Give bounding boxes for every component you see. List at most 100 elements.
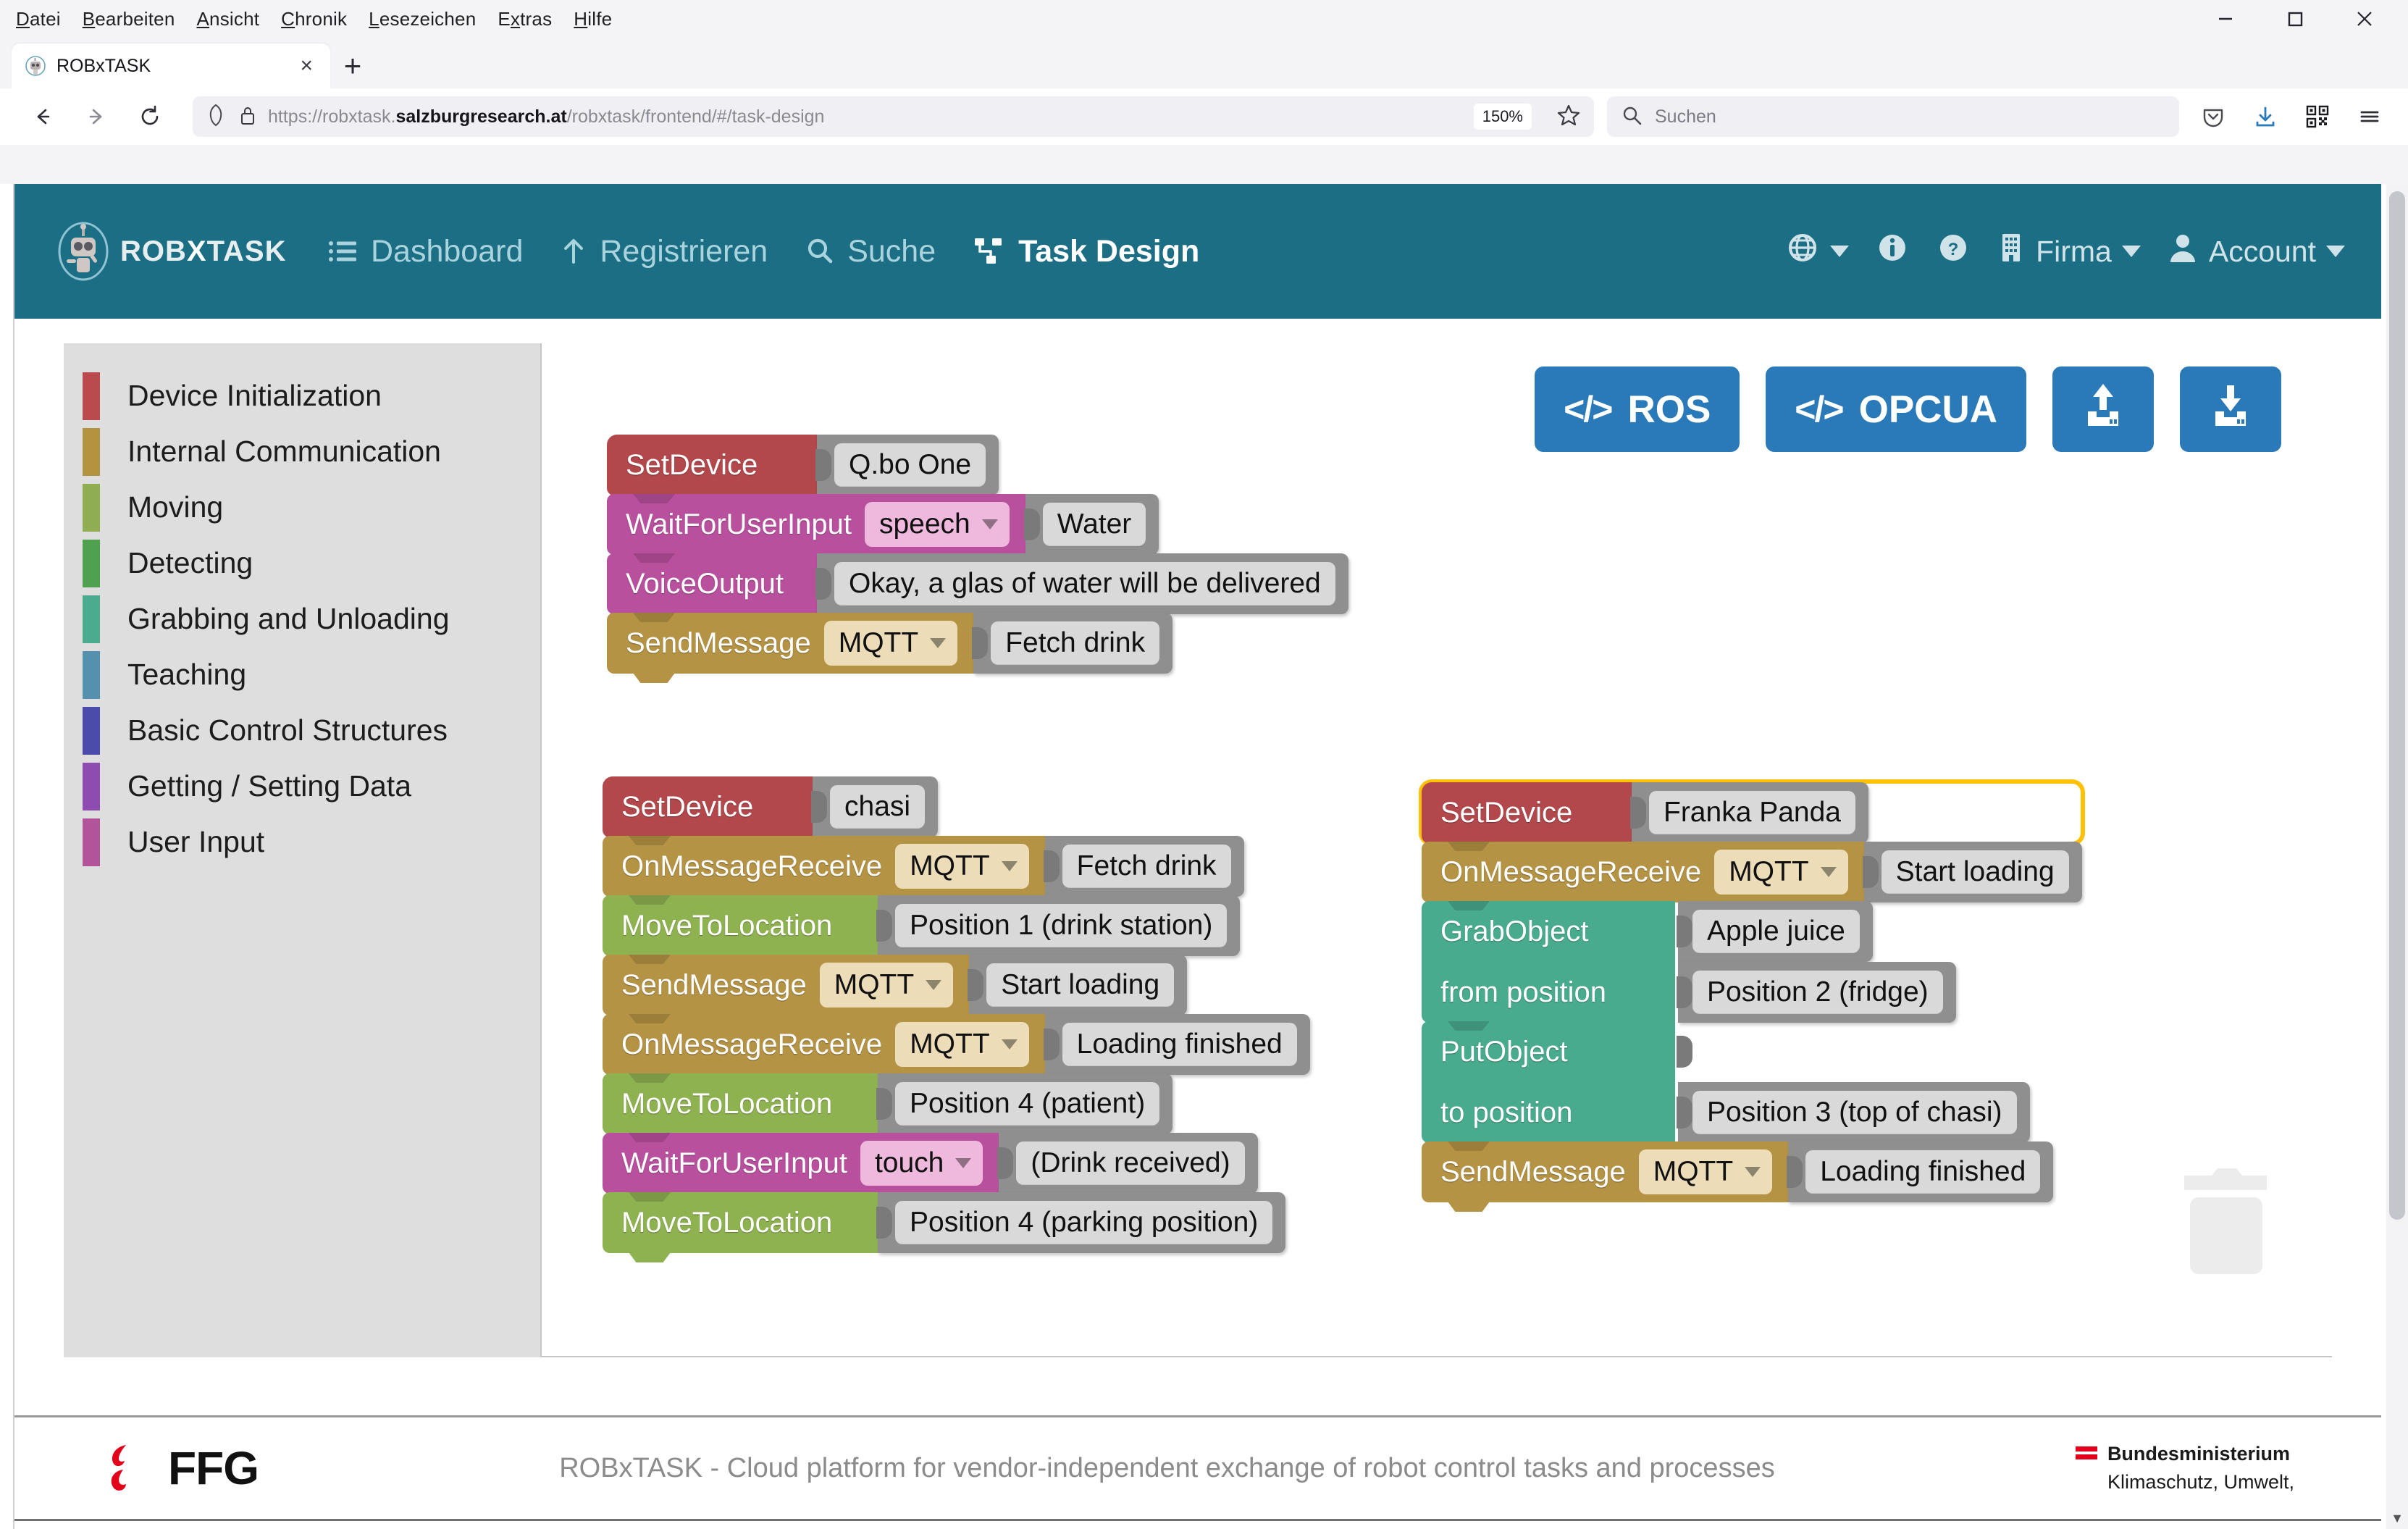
block-socket[interactable]: Fetch drink xyxy=(973,613,1172,674)
block-socket[interactable]: Start loading xyxy=(1864,842,2082,902)
block-socket[interactable]: Water xyxy=(1025,494,1159,555)
opcua-export-button[interactable]: </> OPCUA xyxy=(1766,366,2026,452)
block-dropdown[interactable]: MQTT xyxy=(1714,850,1847,895)
info-button[interactable] xyxy=(1875,230,1910,272)
block-value-chip[interactable]: Okay, a glas of water will be delivered xyxy=(834,562,1335,606)
company-menu[interactable]: Firma xyxy=(1997,230,2141,272)
block-socket[interactable]: Start loading xyxy=(969,955,1187,1015)
block-dropdown[interactable]: touch xyxy=(860,1141,983,1186)
block-dropdown[interactable]: MQTT xyxy=(820,963,953,1008)
block-dropdown[interactable]: speech xyxy=(865,502,1010,547)
scroll-down-arrow[interactable]: ▼ xyxy=(2386,1507,2408,1529)
block-onmessagereceive[interactable]: OnMessageReceive MQTT Start loading xyxy=(1422,842,2082,902)
brand-logo-area[interactable]: ROBXTASK xyxy=(52,220,327,282)
block-stack-chasi[interactable]: SetDevice chasi OnMessageReceive MQTT xyxy=(603,778,1310,1253)
sidebar-item-getting-setting-data[interactable]: Getting / Setting Data xyxy=(64,758,540,814)
star-icon[interactable] xyxy=(1555,101,1582,133)
block-value-chip[interactable]: Start loading xyxy=(1881,850,2069,894)
nav-item-dashboard[interactable]: Dashboard xyxy=(327,234,523,269)
menu-item-extras[interactable]: Extras xyxy=(498,8,552,30)
sidebar-item-moving[interactable]: Moving xyxy=(64,479,540,535)
block-socket[interactable]: Position 4 (patient) xyxy=(878,1073,1172,1134)
block-grabobject[interactable]: GrabObject from position Apple juice Pos… xyxy=(1422,901,2082,1023)
downloads-icon[interactable] xyxy=(2243,94,2288,139)
sidebar-item-grabbing-and-unloading[interactable]: Grabbing and Unloading xyxy=(64,591,540,647)
block-value-chip[interactable]: Position 4 (patient) xyxy=(895,1082,1159,1126)
sidebar-item-user-input[interactable]: User Input xyxy=(64,814,540,870)
page-scrollbar[interactable]: ▲ ▼ xyxy=(2386,184,2408,1529)
forward-button[interactable] xyxy=(70,90,123,143)
scrollbar-thumb[interactable] xyxy=(2389,191,2405,1220)
close-icon[interactable] xyxy=(2330,0,2399,38)
block-socket[interactable]: Q.bo One xyxy=(817,435,999,495)
zoom-level-indicator[interactable]: 150% xyxy=(1474,104,1532,130)
block-waitforuserinput[interactable]: WaitForUserInput touch (Drink received) xyxy=(603,1133,1310,1194)
new-tab-button[interactable]: + xyxy=(330,43,375,88)
back-button[interactable] xyxy=(16,90,70,143)
block-socket[interactable]: Fetch drink xyxy=(1045,836,1244,897)
menu-item-ansicht[interactable]: Ansicht xyxy=(196,8,259,30)
block-stack-franka[interactable]: SetDevice Franka Panda OnMessageReceive … xyxy=(1422,784,2082,1202)
tab-close-icon[interactable]: × xyxy=(295,55,317,77)
block-dropdown[interactable]: MQTT xyxy=(895,1022,1028,1067)
qr-code-icon[interactable] xyxy=(2295,94,2340,139)
minimize-icon[interactable] xyxy=(2191,0,2260,38)
download-button[interactable] xyxy=(2180,366,2281,452)
block-setdevice[interactable]: SetDevice Franka Panda xyxy=(1422,782,2082,843)
block-socket[interactable]: Franka Panda xyxy=(1632,782,1868,843)
nav-item-task-design[interactable]: Task Design xyxy=(973,234,1199,269)
block-value-chip[interactable]: Position 3 (top of chasi) xyxy=(1692,1091,2017,1134)
menu-item-chronik[interactable]: Chronik xyxy=(281,8,347,30)
ros-export-button[interactable]: </> ROS xyxy=(1535,366,1740,452)
help-button[interactable]: ? xyxy=(1936,230,1971,272)
block-value-chip[interactable]: Position 4 (parking position) xyxy=(895,1201,1272,1244)
search-bar[interactable]: Suchen xyxy=(1607,96,2179,137)
block-value-chip[interactable]: Loading finished xyxy=(1805,1150,2040,1194)
address-bar[interactable]: https://robxtask.salzburgresearch.at/rob… xyxy=(193,96,1594,137)
block-dropdown[interactable]: MQTT xyxy=(1639,1149,1772,1194)
sidebar-item-device-initialization[interactable]: Device Initialization xyxy=(64,368,540,424)
block-setdevice[interactable]: SetDevice chasi xyxy=(603,776,1310,837)
block-value-chip[interactable]: Franka Panda xyxy=(1649,791,1855,834)
block-value-chip[interactable]: (Drink received) xyxy=(1016,1141,1244,1185)
block-value-chip[interactable]: Position 1 (drink station) xyxy=(895,904,1227,947)
block-stack-qbo[interactable]: SetDevice Q.bo One WaitForUserInput spee… xyxy=(607,436,1348,674)
maximize-icon[interactable] xyxy=(2260,0,2330,38)
block-movetolocation[interactable]: MoveToLocation Position 1 (drink station… xyxy=(603,895,1310,956)
browser-tab[interactable]: ROBxTASK × xyxy=(12,43,330,88)
lock-icon[interactable] xyxy=(238,103,258,131)
account-menu[interactable]: Account xyxy=(2167,230,2345,272)
block-putobject[interactable]: PutObject to position Position 3 (top of… xyxy=(1422,1021,2082,1143)
pocket-icon[interactable] xyxy=(2191,94,2236,139)
block-sendmessage[interactable]: SendMessage MQTT Loading finished xyxy=(1422,1141,2082,1202)
block-socket[interactable]: Position 2 (fridge) xyxy=(1678,962,1956,1023)
block-value-chip[interactable]: Fetch drink xyxy=(1062,845,1231,888)
menu-item-lesezeichen[interactable]: Lesezeichen xyxy=(369,8,476,30)
shield-icon[interactable] xyxy=(204,103,227,131)
block-value-chip[interactable]: Fetch drink xyxy=(991,621,1159,665)
block-socket[interactable]: Loading finished xyxy=(1045,1014,1310,1075)
sidebar-item-detecting[interactable]: Detecting xyxy=(64,535,540,591)
block-sendmessage[interactable]: SendMessage MQTT Fetch drink xyxy=(607,613,1348,674)
block-dropdown[interactable]: MQTT xyxy=(895,844,1028,889)
block-value-chip[interactable]: Water xyxy=(1043,503,1146,546)
block-value-chip[interactable]: Position 2 (fridge) xyxy=(1692,971,1943,1014)
block-onmessagereceive[interactable]: OnMessageReceive MQTT Fetch drink xyxy=(603,836,1310,897)
block-socket[interactable]: Position 1 (drink station) xyxy=(878,895,1240,956)
block-socket[interactable]: chasi xyxy=(813,776,938,837)
block-socket[interactable]: Loading finished xyxy=(1788,1141,2053,1202)
menu-item-bearbeiten[interactable]: Bearbeiten xyxy=(83,8,175,30)
block-onmessagereceive[interactable]: OnMessageReceive MQTT Loading finished xyxy=(603,1014,1310,1075)
block-value-chip[interactable]: Apple juice xyxy=(1692,910,1860,953)
task-design-canvas[interactable]: </> ROS </> OPCUA xyxy=(540,343,2332,1357)
block-setdevice[interactable]: SetDevice Q.bo One xyxy=(607,435,1348,495)
sidebar-item-basic-control-structures[interactable]: Basic Control Structures xyxy=(64,703,540,758)
block-socket[interactable]: (Drink received) xyxy=(999,1133,1257,1194)
nav-item-suche[interactable]: Suche xyxy=(805,234,936,269)
trash-icon[interactable] xyxy=(2171,1160,2280,1286)
block-value-chip[interactable]: Loading finished xyxy=(1062,1023,1297,1066)
block-socket-group[interactable]: Position 3 (top of chasi) xyxy=(1675,1021,2043,1143)
block-value-chip[interactable]: Q.bo One xyxy=(834,443,986,487)
upload-button[interactable] xyxy=(2052,366,2154,452)
block-socket-group[interactable]: Apple juice Position 2 (fridge) xyxy=(1675,901,1969,1023)
